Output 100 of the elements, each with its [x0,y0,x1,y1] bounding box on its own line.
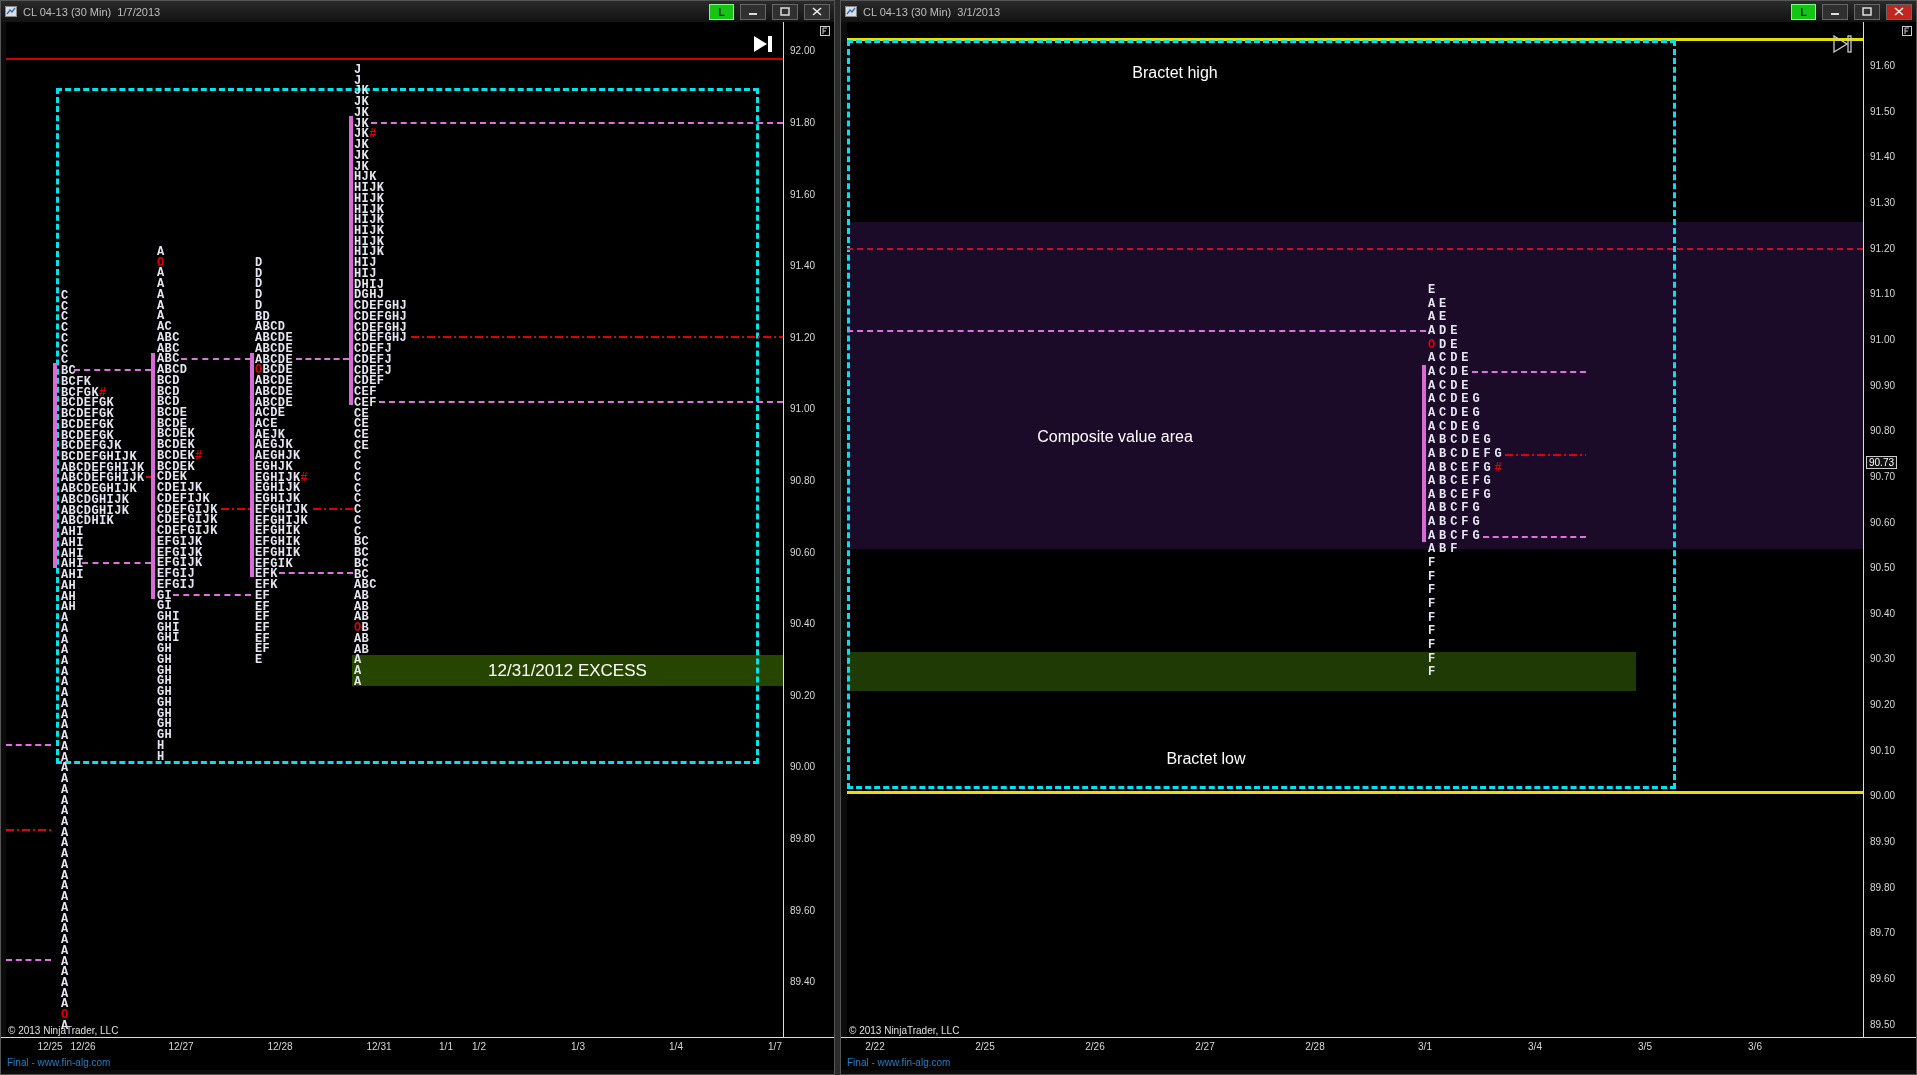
poc-mark: # [369,128,377,141]
price-label: 90.50 [1870,562,1896,575]
tpo-letters: F [1428,570,1440,583]
price-label: 89.40 [790,976,816,989]
minimize-button[interactable] [740,3,766,20]
date-label: 12/25 [37,1041,63,1052]
close-button[interactable] [1886,3,1912,20]
date-label: 3/4 [1528,1041,1542,1052]
tpo-letters: F [1428,639,1440,652]
tpo-letters: ACE [255,418,278,430]
maximize-button[interactable] [772,3,798,20]
maximize-icon [780,7,790,16]
last-price-marker: 90.73 [1866,456,1898,469]
date-label: 2/22 [865,1041,885,1052]
skip-to-end-icon[interactable] [1833,35,1853,53]
status-indicator[interactable]: L [1791,3,1816,20]
maximize-button[interactable] [1854,3,1880,20]
skip-to-end-icon[interactable] [753,35,773,53]
price-label: 90.40 [1870,607,1896,620]
tpo-letters: A [61,740,69,753]
tpo-letters: A [61,901,69,914]
tpo-letters: ABCEFG [1428,461,1495,474]
price-label: 89.80 [790,833,816,845]
price-label: 91.20 [790,331,816,344]
close-icon [1894,7,1904,16]
price-label: 89.70 [1870,927,1896,940]
tpo-letters: CEF [354,396,377,409]
poc-mark: # [195,449,203,462]
tpo-letters: A [61,858,69,871]
tpo-letters: F [1428,598,1440,611]
tpo-letters: ACDEG [1428,393,1484,406]
date-label: 3/5 [1638,1041,1652,1052]
status-indicator[interactable]: L [709,3,734,20]
tpo-letters: A [61,977,69,989]
tpo-letters: CDEFJ [354,353,392,366]
tpo-letters: AB [354,632,370,645]
tpo-letters: ABCEFG [1428,488,1495,501]
footer-link[interactable]: Final - www.fin-alg.com [7,1057,111,1068]
date-label: 12/27 [168,1041,194,1052]
tpo-letters: GH [157,653,173,666]
close-button[interactable] [804,3,830,20]
tpo-letters: EF [255,621,271,634]
price-label: 91.10 [1870,288,1896,301]
price-label: 90.80 [790,475,816,487]
tpo-letters: EFGHIK [255,546,301,559]
chart-annotation: Composite value area [1037,428,1193,446]
tpo-letters: DE [1439,338,1462,351]
tpo-letters: BCFK [61,375,92,388]
chart-icon [5,6,17,17]
tpo-letters: ABCFG [1428,516,1484,529]
tpo-letters: EFGIJ [157,578,195,591]
tpo-letters: AE [1428,297,1451,310]
panel-icon[interactable] [1902,26,1912,36]
price-label: 90.20 [1870,699,1896,712]
poc-mark: # [300,471,308,484]
window-title: CL 04-13 (30 Min) 1/7/2013 [23,5,162,18]
tpo-letters: E [1428,284,1440,296]
price-label: 90.30 [1870,653,1896,666]
date-label: 1/3 [571,1041,585,1052]
open-marker: O [1428,338,1440,351]
price-label: 90.40 [790,618,816,631]
tpo-letters: C [61,332,69,345]
tpo-letters: A [61,622,69,635]
tpo-letters: EGHJK [255,460,293,473]
price-label: 91.40 [1870,151,1896,164]
date-label: 1/2 [472,1041,486,1052]
footer-link[interactable]: Final - www.fin-alg.com [847,1057,951,1068]
tpo-letters: ABC [157,331,180,344]
poc-line [221,508,251,510]
chart-annotation: Bractet low [1166,750,1246,768]
tpo-letters: CE [354,428,370,441]
value-area-line [6,744,51,746]
price-label: 91.30 [1870,196,1896,209]
price-label: 89.80 [1870,881,1896,894]
date-label: 12/26 [70,1041,96,1052]
price-label: 89.90 [1870,836,1896,849]
price-label: 89.60 [790,904,816,917]
tpo-letters: ABCEFG [1428,475,1495,488]
panel-icon[interactable] [820,26,830,36]
price-label: 90.90 [1870,379,1896,392]
minimize-button[interactable] [1822,3,1848,20]
tpo-letters: ABCDE [255,342,293,355]
date-label: 1/7 [768,1041,782,1052]
price-label: 89.50 [1870,1018,1896,1031]
date-label: 3/1 [1418,1041,1432,1052]
tpo-letters: A [157,288,165,301]
tpo-letters: EFGIJK [157,535,203,548]
date-label: 3/6 [1748,1041,1762,1052]
tpo-letters: C [61,290,69,302]
tpo-letters: A [61,944,69,957]
price-label: 90.20 [790,689,816,702]
price-label: 90.80 [1870,425,1896,438]
tpo-letters: AB [354,590,370,602]
price-label: 90.10 [1870,744,1896,757]
price-label: 90.00 [1870,790,1896,803]
tpo-letters: D [255,257,263,269]
tpo-letters: E [255,654,263,667]
tpo-letters: ACDE [1428,379,1473,392]
tpo-letters: ACDE [1428,352,1473,365]
tpo-letters: EF [255,589,271,602]
